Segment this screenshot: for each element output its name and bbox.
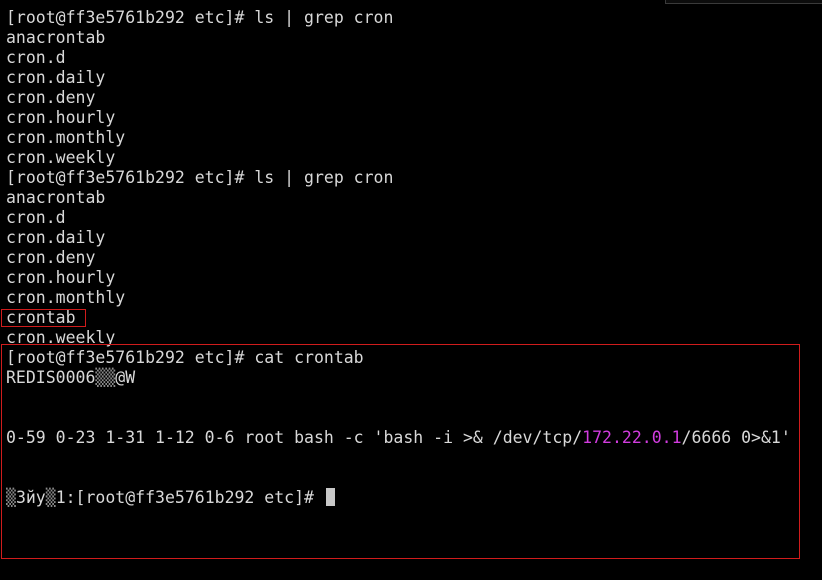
window-edge-fragment bbox=[665, 0, 822, 4]
final-prompt-line[interactable]: ▒3йу▒1:[root@ff3e5761b292 etc]# bbox=[6, 488, 822, 508]
command-line-3: [root@ff3e5761b292 etc]# cat crontab bbox=[6, 348, 364, 367]
cron-entry-line: 0-59 0-23 1-31 1-12 0-6 root bash -c 'ba… bbox=[6, 428, 822, 448]
cron-entry-suffix: /6666 0>&1' bbox=[681, 428, 791, 447]
output-line: cron.d bbox=[6, 208, 66, 227]
output-line: cron.hourly bbox=[6, 108, 116, 127]
cron-entry-ip: 172.22.0.1 bbox=[582, 428, 682, 447]
garbled-bytes: ▒▒ bbox=[95, 368, 116, 387]
redis-header-tail: @W bbox=[115, 368, 136, 387]
shell-prompt: 1:[root@ff3e5761b292 etc]# bbox=[55, 488, 324, 507]
redis-header-text: REDIS0006 bbox=[6, 368, 96, 387]
output-line-crontab: crontab bbox=[6, 308, 76, 327]
output-line: cron.weekly bbox=[6, 328, 116, 347]
command-line-1: [root@ff3e5761b292 etc]# ls | grep cron bbox=[6, 8, 394, 27]
output-line: cron.deny bbox=[6, 88, 96, 107]
garbled-bytes: ▒ bbox=[6, 488, 16, 507]
output-line: cron.deny bbox=[6, 248, 96, 267]
output-line: anacrontab bbox=[6, 188, 106, 207]
output-line: anacrontab bbox=[6, 28, 106, 47]
redis-header-line: REDIS0006▒▒@W bbox=[6, 368, 822, 388]
output-line: cron.monthly bbox=[6, 288, 126, 307]
final-mid-text: 3йу bbox=[15, 488, 46, 507]
output-line: cron.daily bbox=[6, 228, 106, 247]
output-line: cron.monthly bbox=[6, 128, 126, 147]
output-line: cron.hourly bbox=[6, 268, 116, 287]
text-cursor[interactable] bbox=[325, 488, 335, 506]
output-line: cron.weekly bbox=[6, 148, 116, 167]
output-line: cron.daily bbox=[6, 68, 106, 87]
output-line: cron.d bbox=[6, 48, 66, 67]
garbled-bytes: ▒ bbox=[45, 488, 56, 507]
cron-entry-prefix: 0-59 0-23 1-31 1-12 0-6 root bash -c 'ba… bbox=[6, 428, 583, 447]
terminal-window[interactable]: [root@ff3e5761b292 etc]# ls | grep cron … bbox=[0, 0, 822, 580]
command-line-2: [root@ff3e5761b292 etc]# ls | grep cron bbox=[6, 168, 394, 187]
